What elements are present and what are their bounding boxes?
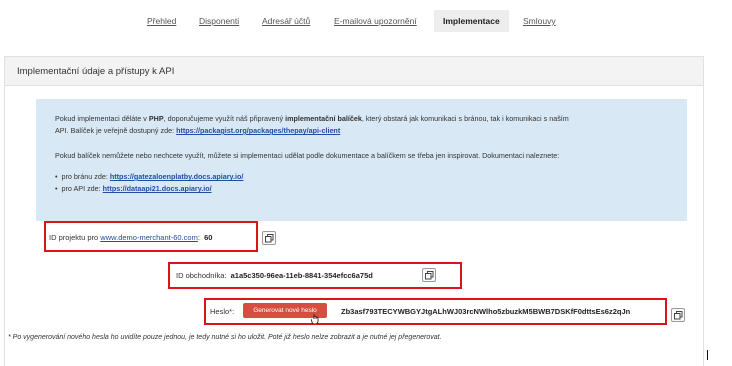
tab-emailova-upozorneni[interactable]: E-mailová upozornění bbox=[334, 16, 417, 26]
info-text-package: implementační balíček bbox=[285, 114, 362, 123]
tab-smlouvy[interactable]: Smlouvy bbox=[523, 16, 556, 26]
merchant-id-value: a1a5c350-96ea-11eb-8841-354efcc6a75d bbox=[230, 271, 373, 280]
tab-adresar-uctu[interactable]: Adresář účtů bbox=[262, 16, 310, 26]
info-text-php: PHP bbox=[148, 114, 164, 123]
merchant-id-label: ID obchodníka: bbox=[176, 271, 227, 280]
project-id-value: 60 bbox=[204, 233, 213, 242]
info-box: Pokud implementaci děláte v PHP, doporuč… bbox=[36, 99, 687, 221]
panel-header: Implementační údaje a přístupy k API bbox=[5, 57, 703, 86]
text-cursor bbox=[707, 350, 708, 360]
hand-cursor-icon bbox=[311, 314, 319, 324]
tab-bar: Přehled Disponenti Adresář účtů E-mailov… bbox=[0, 0, 732, 40]
project-id-row: ID projektu pro www.demo-merchant-60.com… bbox=[49, 233, 212, 242]
info-text: Pokud implementaci děláte v bbox=[55, 114, 147, 123]
panel-title: Implementační údaje a přístupy k API bbox=[17, 66, 175, 77]
info-paragraph-2: Pokud balíček nemůžete nebo nechcete vyu… bbox=[55, 151, 560, 160]
tab-implementace[interactable]: Implementace bbox=[434, 10, 509, 32]
info-text: , který obstará jak komunikaci s bránou,… bbox=[361, 114, 569, 123]
doc-label: pro bránu zde: bbox=[61, 172, 108, 181]
project-id-colon: : bbox=[197, 233, 200, 242]
password-label: Heslo*: bbox=[210, 307, 235, 316]
project-id-label: ID projektu pro bbox=[49, 233, 99, 242]
packagist-link[interactable]: https://packagist.org/packages/thepay/ap… bbox=[176, 126, 340, 135]
doc-list-item-gateway: • pro bránu zde: https://gatezaloenplatb… bbox=[55, 172, 243, 181]
copy-password-button[interactable] bbox=[671, 308, 685, 322]
tab-prehled[interactable]: Přehled bbox=[147, 16, 176, 26]
tab-disponenti[interactable]: Disponenti bbox=[199, 16, 239, 26]
merchant-id-row: ID obchodníka: a1a5c350-96ea-11eb-8841-3… bbox=[176, 271, 373, 280]
copy-icon bbox=[674, 311, 683, 320]
password-footnote: * Po vygenerování nového hesla ho uvidít… bbox=[8, 334, 442, 341]
gateway-docs-link[interactable]: https://gatezaloenplatby.docs.apiary.io/ bbox=[110, 172, 244, 181]
info-text: API. Balíček je veřejně dostupný zde: bbox=[55, 126, 175, 135]
copy-icon bbox=[425, 271, 434, 280]
password-value: Zb3asf793TECYWBGYJtgALhWJ03rcNWlho5zbuzk… bbox=[341, 307, 631, 316]
info-text: , doporučujeme využít náš připravený bbox=[163, 114, 284, 123]
info-paragraph-1: Pokud implementaci děláte v PHP, doporuč… bbox=[55, 113, 569, 124]
api-docs-link[interactable]: https://dataapi21.docs.apiary.io/ bbox=[103, 184, 212, 193]
doc-label: pro API zde: bbox=[61, 184, 101, 193]
copy-project-id-button[interactable] bbox=[262, 231, 276, 245]
copy-icon bbox=[265, 234, 274, 243]
info-paragraph-1-line-2: API. Balíček je veřejně dostupný zde: ht… bbox=[55, 125, 340, 136]
project-domain-link[interactable]: www.demo-merchant-60.com bbox=[100, 233, 198, 242]
doc-list-item-api: • pro API zde: https://dataapi21.docs.ap… bbox=[55, 184, 212, 193]
copy-merchant-id-button[interactable] bbox=[422, 268, 436, 282]
